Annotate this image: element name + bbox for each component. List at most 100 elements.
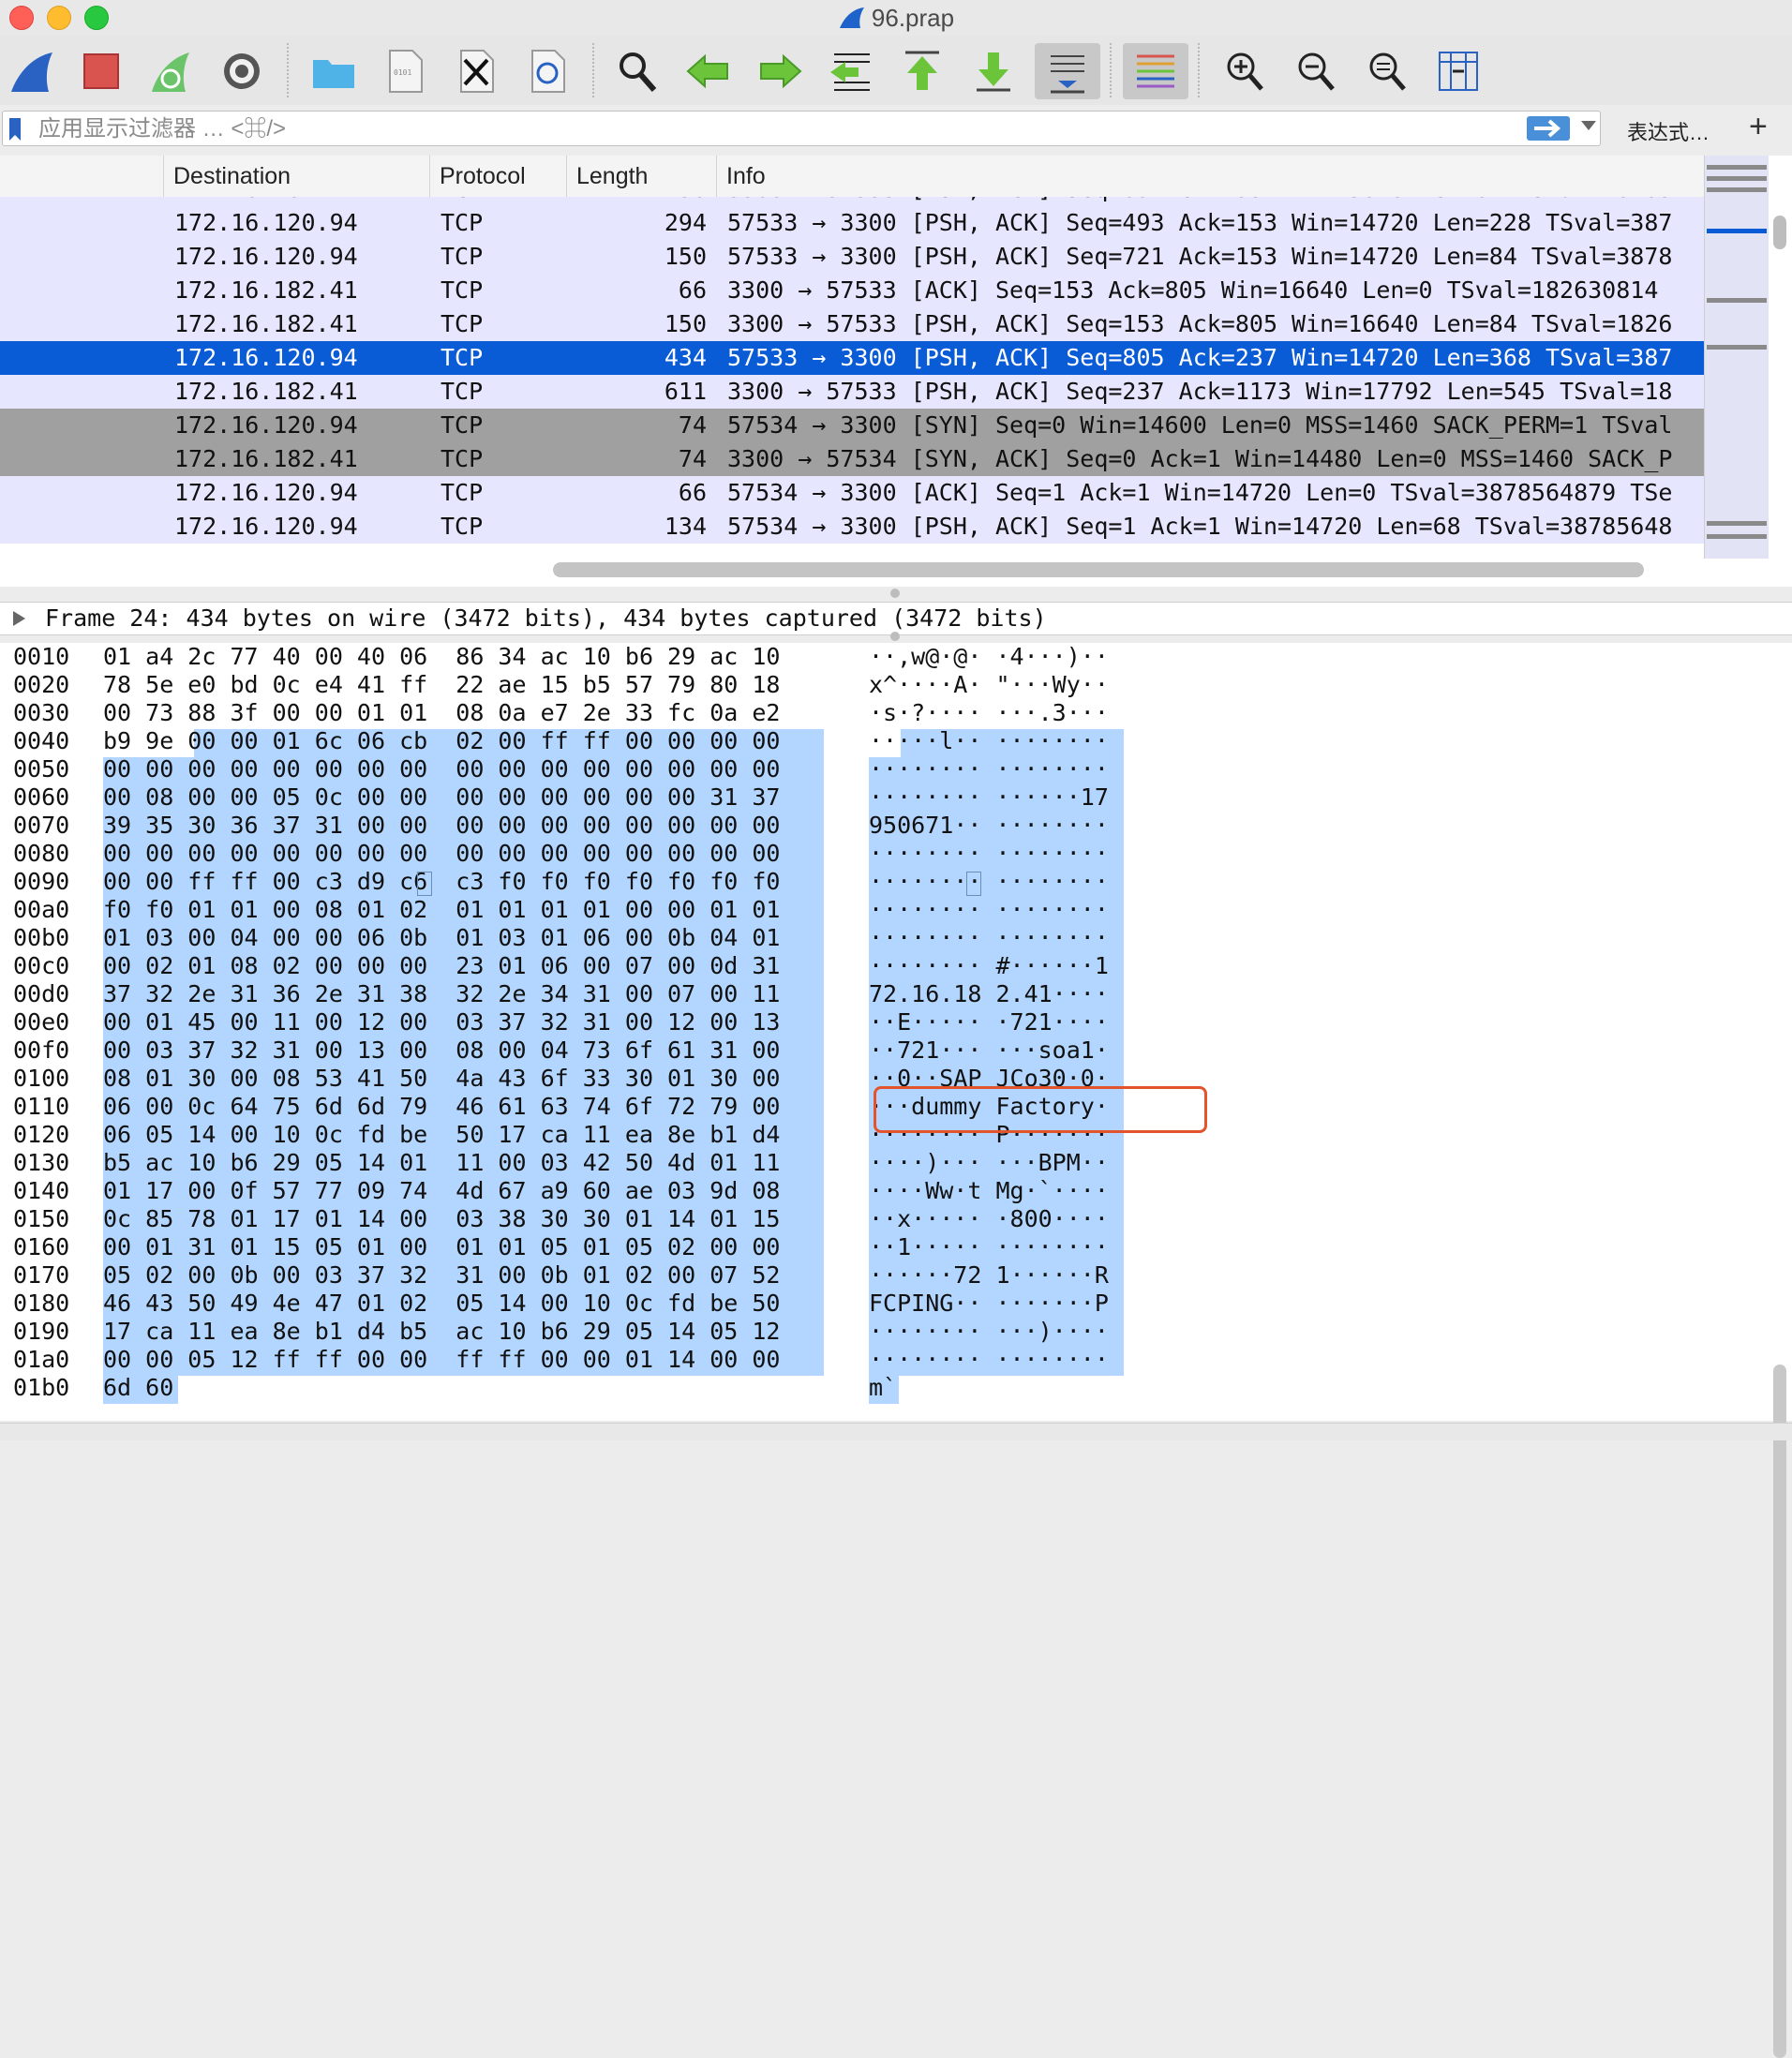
packet-row[interactable]: 172.16.182.41 TCP 74 3300 → 57534 [SYN, … [0,442,1704,476]
packet-row-selected[interactable]: 172.16.120.94 TCP 434 57533 → 3300 [PSH,… [0,341,1704,375]
packet-list-horizontal-scrollbar[interactable] [553,562,1644,577]
gear-options-icon [224,53,260,89]
arrow-left-icon [686,53,728,89]
hex-bytes: 6d 60 [103,1374,174,1401]
hex-row[interactable]: 0110 06 00 0c 64 75 6d 6d 79 46 61 63 74 … [0,1093,1687,1121]
packet-row[interactable]: 172.16.120.94 TCP 134 57534 → 3300 [PSH,… [0,510,1704,544]
hex-row[interactable]: 0010 01 a4 2c 77 40 00 40 06 86 34 ac 10 … [0,643,1687,671]
zoom-normal-button[interactable] [1359,43,1415,99]
hex-row[interactable]: 0160 00 01 31 01 15 05 01 00 01 01 05 01 … [0,1233,1687,1261]
filter-history-dropdown[interactable] [1581,121,1596,130]
hex-ascii: ·····l·· ········ [869,727,1109,754]
packet-row[interactable]: 172.16.120.94 TCP 74 57534 → 3300 [SYN] … [0,409,1704,442]
packet-minimap[interactable] [1704,156,1769,559]
packet-info: 57534 → 3300 [ACK] Seq=1 Ack=1 Win=14720… [727,479,1673,506]
column-header-destination[interactable]: Destination [163,156,429,197]
svg-text:0101: 0101 [394,68,411,77]
packet-bytes-pane: 0010 01 a4 2c 77 40 00 40 06 86 34 ac 10 … [0,643,1792,2058]
hex-row[interactable]: 0050 00 00 00 00 00 00 00 00 00 00 00 00 … [0,755,1687,783]
hex-row[interactable]: 01a0 00 00 05 12 ff ff 00 00 ff ff 00 00 … [0,1346,1687,1374]
find-packet-button[interactable] [609,43,665,99]
hex-row[interactable]: 0090 00 00 ff ff 00 c3 d9 c6 c3 f0 f0 f0 … [0,868,1687,896]
hex-row[interactable]: 0030 00 73 88 3f 00 00 01 01 08 0a e7 2e … [0,699,1687,727]
hex-row[interactable]: 0150 0c 85 78 01 17 01 14 00 03 38 30 30 … [0,1205,1687,1233]
go-back-button[interactable] [680,43,737,99]
start-capture-button[interactable] [4,43,60,99]
expression-button[interactable]: 表达式… [1627,116,1710,146]
hex-row[interactable]: 00e0 00 01 45 00 11 00 12 00 03 37 32 31 … [0,1008,1687,1036]
hex-row[interactable]: 0060 00 08 00 00 05 0c 00 00 00 00 00 00 … [0,783,1687,812]
capture-options-button[interactable] [214,43,270,99]
packet-list-vertical-scrollbar[interactable] [1773,216,1786,249]
autoscroll-button[interactable] [1035,43,1100,99]
hex-row[interactable]: 00b0 01 03 00 04 00 00 06 0b 01 03 01 06 … [0,924,1687,952]
resize-columns-button[interactable] [1430,43,1486,99]
toolbar-separator [1198,43,1200,97]
zoom-out-button[interactable] [1288,43,1344,99]
packet-row[interactable]: 172.16.182.41 TCP 611 3300 → 57533 [PSH,… [0,375,1704,409]
resize-columns-icon [1439,52,1478,91]
hex-row[interactable]: 0040 b9 9e 00 00 01 6c 06 cb 02 00 ff ff … [0,727,1687,755]
colorize-button[interactable] [1123,43,1188,99]
add-filter-button[interactable]: + [1749,109,1768,145]
hex-row[interactable]: 01b0 6d 60 m` [0,1374,1687,1402]
apply-filter-button[interactable] [1527,116,1570,141]
save-file-button[interactable]: 0101 [377,43,433,99]
hex-row[interactable]: 0180 46 43 50 49 4e 47 01 02 05 14 00 10 … [0,1290,1687,1318]
packet-row[interactable]: 172.16.182.41 TCP 66 3300 → 57533 [ACK] … [0,274,1704,307]
hex-row[interactable]: 0140 01 17 00 0f 57 77 09 74 4d 67 a9 60 … [0,1177,1687,1205]
go-forward-button[interactable] [752,43,808,99]
zoom-out-icon [1298,52,1335,91]
reload-file-button[interactable] [519,43,575,99]
packet-row[interactable]: 172.16.182.41 TCP 150 3300 → 57533 [PSH,… [0,197,1704,206]
go-to-packet-button[interactable] [823,43,879,99]
stop-capture-button[interactable] [73,43,129,99]
bookmark-icon[interactable] [8,117,22,142]
packet-row[interactable]: 172.16.120.94 TCP 66 57534 → 3300 [ACK] … [0,476,1704,510]
hex-row[interactable]: 00f0 00 03 37 32 31 00 13 00 08 00 04 73 … [0,1036,1687,1065]
hex-row[interactable]: 0170 05 02 00 0b 00 03 37 32 31 00 0b 01 … [0,1261,1687,1290]
hex-row[interactable]: 0120 06 05 14 00 10 0c fd be 50 17 ca 11 … [0,1121,1687,1149]
packet-row[interactable]: 172.16.182.41 TCP 150 3300 → 57533 [PSH,… [0,307,1704,341]
packet-row[interactable]: 172.16.120.94 TCP 294 57533 → 3300 [PSH,… [0,206,1704,240]
hex-row[interactable]: 00a0 f0 f0 01 01 00 08 01 02 01 01 01 01 … [0,896,1687,924]
hex-row[interactable]: 0020 78 5e e0 bd 0c e4 41 ff 22 ae 15 b5 … [0,671,1687,699]
hex-row[interactable]: 0130 b5 ac 10 b6 29 05 14 01 11 00 03 42 … [0,1149,1687,1177]
frame-summary[interactable]: Frame 24: 434 bytes on wire (3472 bits),… [45,603,1047,634]
hex-ascii: ··E····· ·721···· [869,1008,1109,1036]
folder-open-icon [313,60,354,88]
pane-splitter-handle[interactable] [890,632,900,641]
title-bar: 96.prap [0,0,1792,36]
last-packet-button[interactable] [965,43,1022,99]
packet-info: 57533 → 3300 [PSH, ACK] Seq=493 Ack=153 … [727,209,1673,236]
shark-fin-start-icon [11,52,52,92]
pane-splitter-handle[interactable] [890,589,900,598]
bytes-vertical-scrollbar[interactable] [1773,1365,1786,2058]
column-header-info[interactable]: Info [716,156,1704,197]
first-packet-button[interactable] [894,43,950,99]
packet-length: 74 [678,445,707,472]
hex-ascii: ········ ········ [869,1346,1109,1373]
column-header-length[interactable]: Length [566,156,716,197]
packet-row[interactable]: 172.16.120.94 TCP 150 57533 → 3300 [PSH,… [0,240,1704,274]
hex-row[interactable]: 0100 08 01 30 00 08 53 41 50 4a 43 6f 33 … [0,1065,1687,1093]
hex-row[interactable]: 0190 17 ca 11 ea 8e b1 d4 b5 ac 10 b6 29 … [0,1318,1687,1346]
hex-row[interactable]: 00d0 37 32 2e 31 36 2e 31 38 32 2e 34 31 … [0,980,1687,1008]
autoscroll-icon [1051,55,1084,94]
zoom-in-button[interactable] [1217,43,1273,99]
minimap-mark [1707,165,1767,170]
close-file-button[interactable] [448,43,504,99]
expand-triangle-icon[interactable] [13,611,25,626]
annotation-highlight-box [874,1086,1207,1133]
hex-row[interactable]: 0070 39 35 30 36 37 31 00 00 00 00 00 00 … [0,812,1687,840]
hex-row[interactable]: 00c0 00 02 01 08 02 00 00 00 23 01 06 00 … [0,952,1687,980]
hex-row[interactable]: 0080 00 00 00 00 00 00 00 00 00 00 00 00 … [0,840,1687,868]
hex-bytes: 00 00 00 00 00 00 00 00 00 00 00 00 00 0… [103,755,781,783]
hex-offset: 0150 [13,1205,70,1232]
packet-info: 3300 → 57533 [PSH, ACK] Seq=237 Ack=1173… [727,378,1673,405]
column-header-protocol[interactable]: Protocol [429,156,566,197]
open-file-button[interactable] [306,43,362,99]
display-filter-input[interactable] [37,114,1502,144]
restart-capture-button[interactable] [142,43,199,99]
hex-bytes: 39 35 30 36 37 31 00 00 00 00 00 00 00 0… [103,812,781,839]
